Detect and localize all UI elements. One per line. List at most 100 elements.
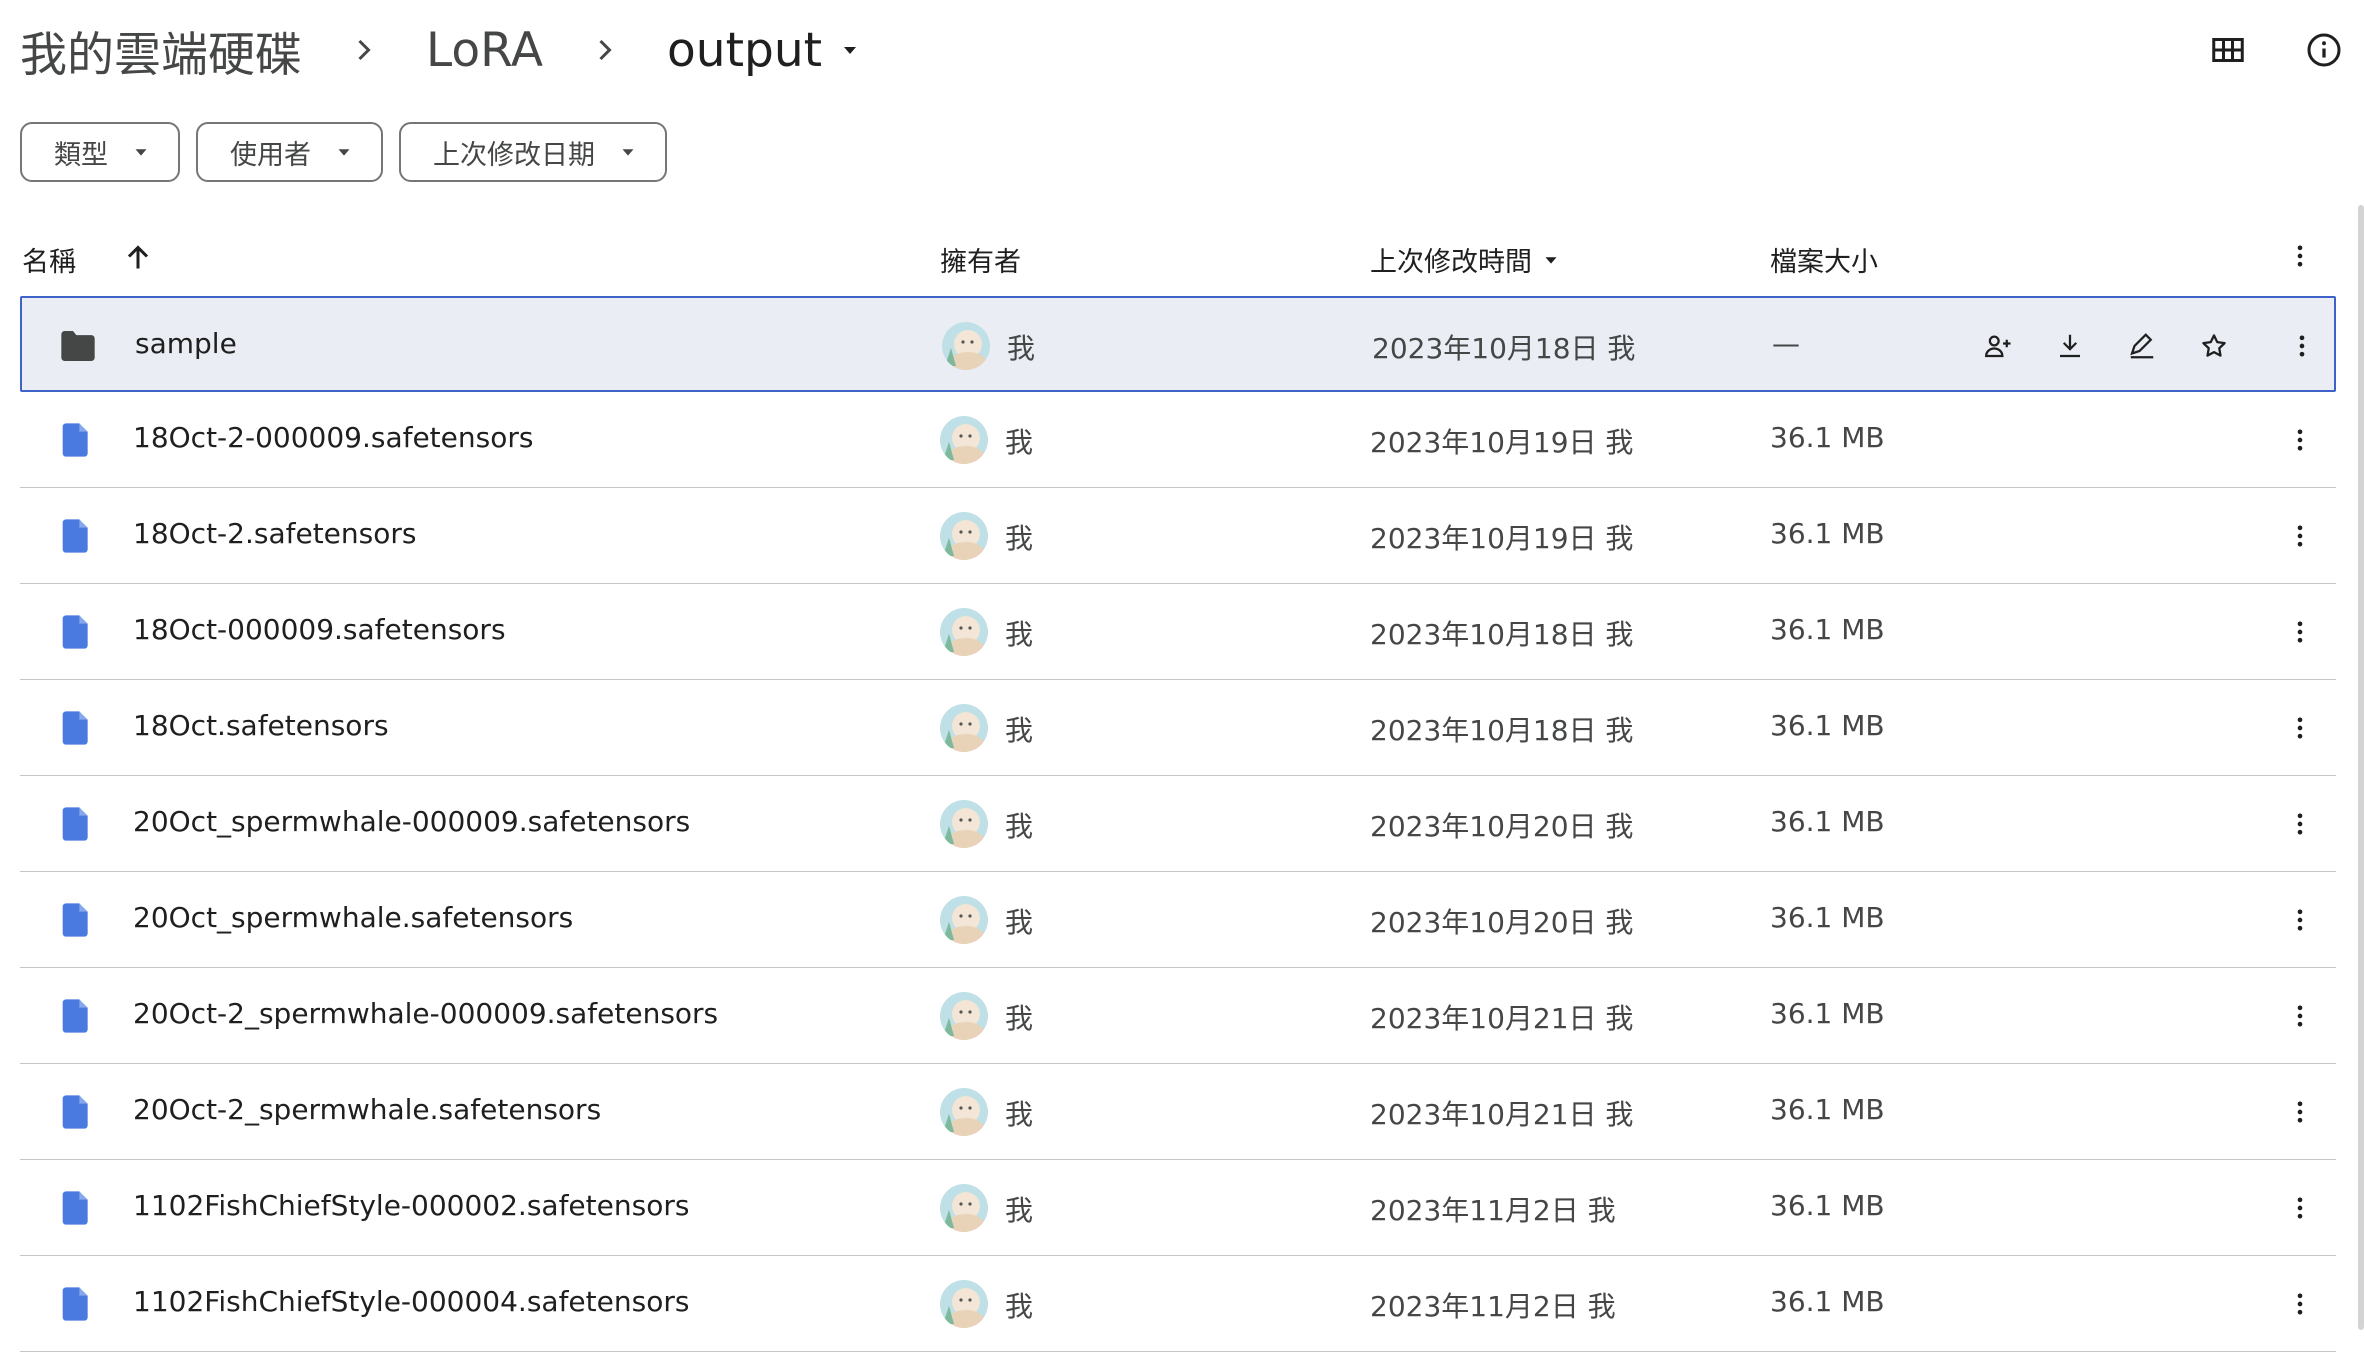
file-name[interactable]: 1102FishChiefStyle-000004.safetensors [133, 1285, 689, 1318]
column-more-button[interactable] [2276, 232, 2324, 280]
avatar-image [940, 1088, 988, 1136]
avatar [940, 416, 988, 464]
breadcrumb-parent[interactable]: LoRA [426, 23, 543, 78]
avatar-image [940, 1280, 988, 1328]
download-button[interactable] [2044, 320, 2096, 372]
file-row[interactable]: 18Oct-2.safetensors 我 2023年10月19日 我 36.1 MB [20, 488, 2336, 584]
modified-label: 2023年11月2日 我 [1370, 1290, 1616, 1323]
breadcrumb-current[interactable]: output [667, 23, 862, 78]
file-icon [56, 1284, 96, 1324]
file-row[interactable]: 1102FishChiefStyle-000002.safetensors 我 20… [20, 1160, 2336, 1256]
file-list: sample 我 2023年10月18日 我 — 18Oct-2-000009.safe… [20, 296, 2336, 1352]
file-name[interactable]: 20Oct_spermwhale-000009.safetensors [133, 805, 690, 838]
file-icon [56, 420, 96, 460]
column-header: 名稱 擁有者 上次修改時間 檔案大小 [20, 226, 2336, 288]
more-vert-icon [2297, 1101, 2303, 1123]
star-button[interactable] [2188, 320, 2240, 372]
more-vert-icon [2297, 245, 2303, 267]
file-name[interactable]: 20Oct_spermwhale.safetensors [133, 901, 573, 934]
file-name[interactable]: 18Oct-2.safetensors [133, 517, 416, 550]
owner-label: 我 [1005, 1002, 1034, 1035]
file-row[interactable]: 20Oct_spermwhale.safetensors 我 2023年10月20日… [20, 872, 2336, 968]
modified-label: 2023年10月19日 我 [1370, 522, 1634, 555]
share-icon [1984, 335, 2011, 358]
owner-label: 我 [1005, 522, 1034, 555]
file-row[interactable]: 18Oct-2-000009.safetensors 我 2023年10月19日 我… [20, 392, 2336, 488]
scrollbar[interactable] [2358, 205, 2364, 1330]
row-more-button[interactable] [2276, 992, 2324, 1040]
avatar-image [940, 416, 988, 464]
row-more-button[interactable] [2276, 1184, 2324, 1232]
row-more-button[interactable] [2276, 608, 2324, 656]
avatar-image [940, 800, 988, 848]
size-label: 36.1 MB [1770, 805, 1885, 838]
size-label: 36.1 MB [1770, 517, 1885, 550]
folder-icon [58, 326, 98, 366]
size-label: 36.1 MB [1770, 421, 1885, 454]
file-row[interactable]: 20Oct_spermwhale-000009.safetensors 我 2023… [20, 776, 2336, 872]
owner-label: 我 [1005, 810, 1034, 843]
share-button[interactable] [1972, 320, 2024, 372]
breadcrumb-root[interactable]: 我的雲端硬碟 [20, 16, 302, 85]
row-more-button[interactable] [2276, 896, 2324, 944]
file-row[interactable]: 18Oct.safetensors 我 2023年10月18日 我 36.1 MB [20, 680, 2336, 776]
file-icon [56, 612, 96, 652]
chevron-right-icon [599, 39, 612, 61]
column-name[interactable]: 名稱 [22, 240, 76, 279]
file-name[interactable]: 18Oct-2-000009.safetensors [133, 421, 533, 454]
row-more-button[interactable] [2276, 1088, 2324, 1136]
size-label: 36.1 MB [1770, 1189, 1885, 1222]
row-more-button[interactable] [2276, 1280, 2324, 1328]
filter-people-chip[interactable]: 使用者 [196, 122, 383, 182]
more-vert-icon [2297, 1005, 2303, 1027]
file-icon [56, 708, 96, 748]
file-row[interactable]: 20Oct-2_spermwhale-000009.safetensors 我 20… [20, 968, 2336, 1064]
row-more-button[interactable] [2276, 512, 2324, 560]
file-name[interactable]: 18Oct-000009.safetensors [133, 613, 506, 646]
file-row[interactable]: 1102FishChiefStyle-000004.safetensors 我 20… [20, 1256, 2336, 1352]
sort-arrow-up-icon[interactable] [120, 240, 156, 276]
grid-view-button[interactable] [2202, 24, 2254, 76]
owner-label: 我 [1005, 1194, 1034, 1227]
file-name[interactable]: 20Oct-2_spermwhale-000009.safetensors [133, 997, 718, 1030]
grid-view-icon [2212, 38, 2244, 62]
filter-type-chip[interactable]: 類型 [20, 122, 180, 182]
file-icon [62, 1191, 88, 1225]
avatar-image [940, 704, 988, 752]
file-row[interactable]: 18Oct-000009.safetensors 我 2023年10月18日 我 36… [20, 584, 2336, 680]
file-name[interactable]: sample [135, 327, 237, 360]
column-modified[interactable]: 上次修改時間 [1370, 240, 1562, 279]
row-more-button[interactable] [2276, 416, 2324, 464]
column-owner[interactable]: 擁有者 [940, 240, 1021, 279]
info-button[interactable] [2298, 24, 2350, 76]
avatar [940, 608, 988, 656]
file-row[interactable]: 20Oct-2_spermwhale.safetensors 我 2023年10月2… [20, 1064, 2336, 1160]
star-icon [2202, 334, 2226, 357]
file-icon [56, 516, 96, 556]
owner-label: 我 [1005, 618, 1034, 651]
row-more-button[interactable] [2276, 704, 2324, 752]
file-name[interactable]: 18Oct.safetensors [133, 709, 389, 742]
avatar-image [940, 512, 988, 560]
avatar [940, 1088, 988, 1136]
row-more-button[interactable] [2276, 800, 2324, 848]
file-icon [62, 903, 88, 937]
column-size[interactable]: 檔案大小 [1770, 240, 1878, 279]
avatar-image [940, 992, 988, 1040]
file-name[interactable]: 20Oct-2_spermwhale.safetensors [133, 1093, 601, 1126]
modified-label: 2023年10月21日 我 [1370, 1098, 1634, 1131]
filter-modified-chip[interactable]: 上次修改日期 [399, 122, 667, 182]
row-more-button[interactable] [2278, 322, 2326, 370]
owner-label: 我 [1005, 426, 1034, 459]
folder-row[interactable]: sample 我 2023年10月18日 我 — [20, 296, 2336, 392]
modified-label: 2023年10月20日 我 [1370, 810, 1634, 843]
rename-icon [2130, 333, 2154, 359]
caret-down-icon [135, 149, 147, 156]
file-name[interactable]: 1102FishChiefStyle-000002.safetensors [133, 1189, 689, 1222]
avatar-image [940, 608, 988, 656]
avatar [942, 322, 990, 370]
avatar [940, 1184, 988, 1232]
more-vert-icon [2297, 1197, 2303, 1219]
filter-type-label: 類型 [54, 139, 108, 171]
rename-button[interactable] [2116, 320, 2168, 372]
